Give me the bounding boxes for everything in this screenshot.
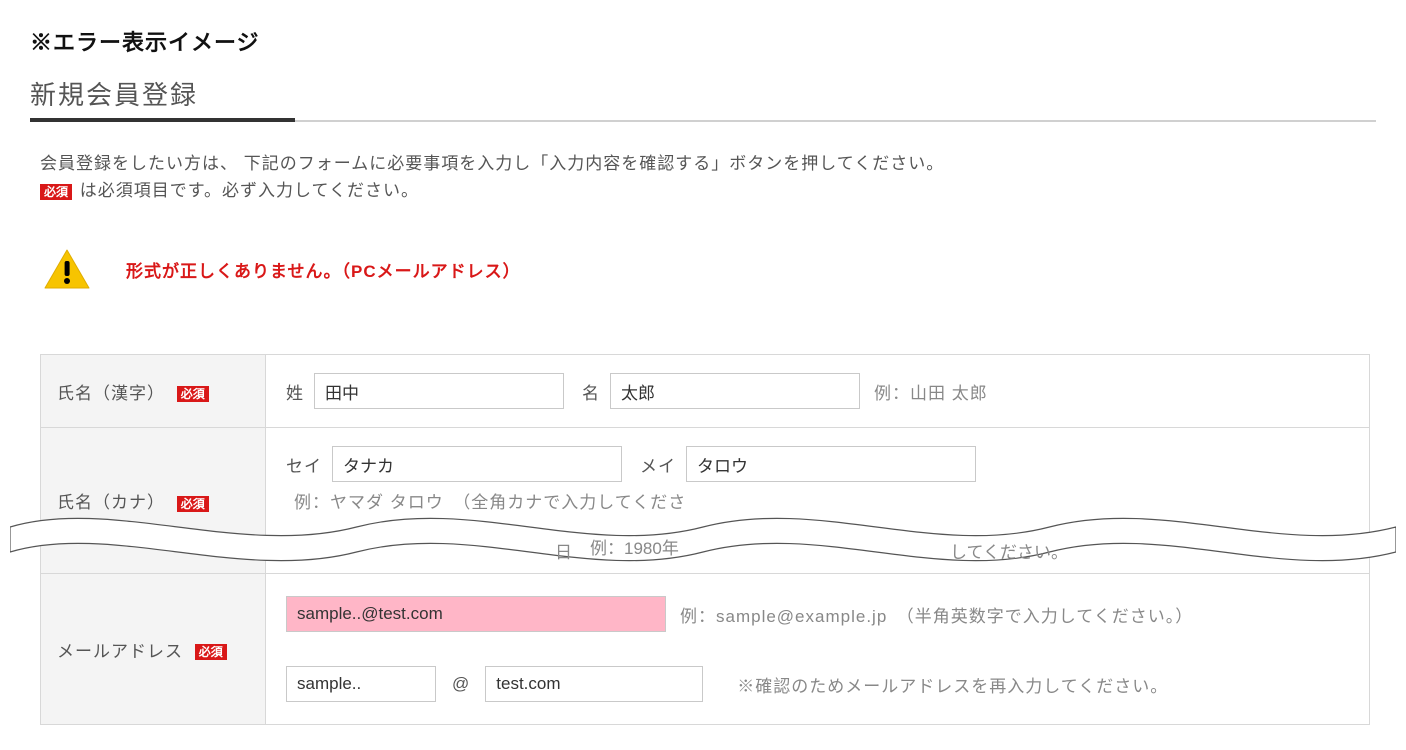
email-input[interactable] <box>286 596 666 632</box>
row-name-kana: 氏名（カナ） 必須 セイ メイ 例：ヤマダ タロウ （全角カナで入力してくださ <box>41 428 1370 574</box>
last-name-kana-input[interactable] <box>332 446 622 482</box>
description-line2-text: は必須項目です。必ず入力してください。 <box>74 181 419 200</box>
label-name-kanji: 氏名（漢字） 必須 <box>41 355 266 428</box>
email-confirm-local-input[interactable] <box>286 666 436 702</box>
required-badge-icon: 必須 <box>195 644 227 660</box>
required-badge-icon: 必須 <box>177 496 209 512</box>
description-line2: 必須 は必須項目です。必ず入力してください。 <box>40 177 1376 204</box>
row-email: メールアドレス 必須 例：sample@example.jp （半角英数字で入力… <box>41 574 1370 725</box>
field-name-kanji: 姓 名 例：山田 太郎 <box>266 355 1370 428</box>
label-email-text: メールアドレス <box>57 642 183 661</box>
last-name-kanji-input[interactable] <box>314 373 564 409</box>
label-email: メールアドレス 必須 <box>41 574 266 725</box>
warning-icon <box>44 249 90 289</box>
at-symbol: @ <box>452 674 469 694</box>
hint-name-kanji: 例：山田 太郎 <box>874 379 988 404</box>
sublabel-mei: 名 <box>582 379 600 404</box>
row-name-kanji: 氏名（漢字） 必須 姓 名 例：山田 太郎 <box>41 355 1370 428</box>
label-name-kana-text: 氏名（カナ） <box>57 493 165 512</box>
form-wrap: 氏名（漢字） 必須 姓 名 例：山田 太郎 氏名（カナ） 必須 <box>30 354 1376 725</box>
label-name-kana: 氏名（カナ） 必須 <box>41 428 266 574</box>
error-message-text: 形式が正しくありません。（PCメールアドレス） <box>126 257 521 282</box>
hint-email-confirm: ※確認のためメールアドレスを再入力してください。 <box>737 672 1168 697</box>
field-name-kana: セイ メイ 例：ヤマダ タロウ （全角カナで入力してくださ <box>266 428 1370 574</box>
required-badge-icon: 必須 <box>40 184 72 200</box>
description-block: 会員登録をしたい方は、 下記のフォームに必要事項を入力し「入力内容を確認する」ボ… <box>30 150 1376 204</box>
required-badge-icon: 必須 <box>177 386 209 402</box>
section-title: 新規会員登録 <box>30 75 198 120</box>
section-title-wrap: 新規会員登録 <box>30 75 1376 122</box>
error-message-block: 形式が正しくありません。（PCメールアドレス） <box>30 239 1376 319</box>
email-confirm-domain-input[interactable] <box>485 666 703 702</box>
sublabel-sei: 姓 <box>286 379 304 404</box>
label-name-kanji-text: 氏名（漢字） <box>57 384 165 403</box>
hint-email: 例：sample@example.jp （半角英数字で入力してください。） <box>680 602 1193 627</box>
field-email: 例：sample@example.jp （半角英数字で入力してください。） @ … <box>266 574 1370 725</box>
section-title-underline <box>30 118 295 122</box>
sublabel-mei-kana: メイ <box>640 452 676 477</box>
description-line1: 会員登録をしたい方は、 下記のフォームに必要事項を入力し「入力内容を確認する」ボ… <box>40 150 1376 177</box>
hint-name-kana: 例：ヤマダ タロウ （全角カナで入力してくださ <box>294 488 686 513</box>
first-name-kana-input[interactable] <box>686 446 976 482</box>
registration-form-table: 氏名（漢字） 必須 姓 名 例：山田 太郎 氏名（カナ） 必須 <box>40 354 1370 725</box>
sublabel-sei-kana: セイ <box>286 452 322 477</box>
first-name-kanji-input[interactable] <box>610 373 860 409</box>
error-example-heading: ※エラー表示イメージ <box>30 25 1376 57</box>
